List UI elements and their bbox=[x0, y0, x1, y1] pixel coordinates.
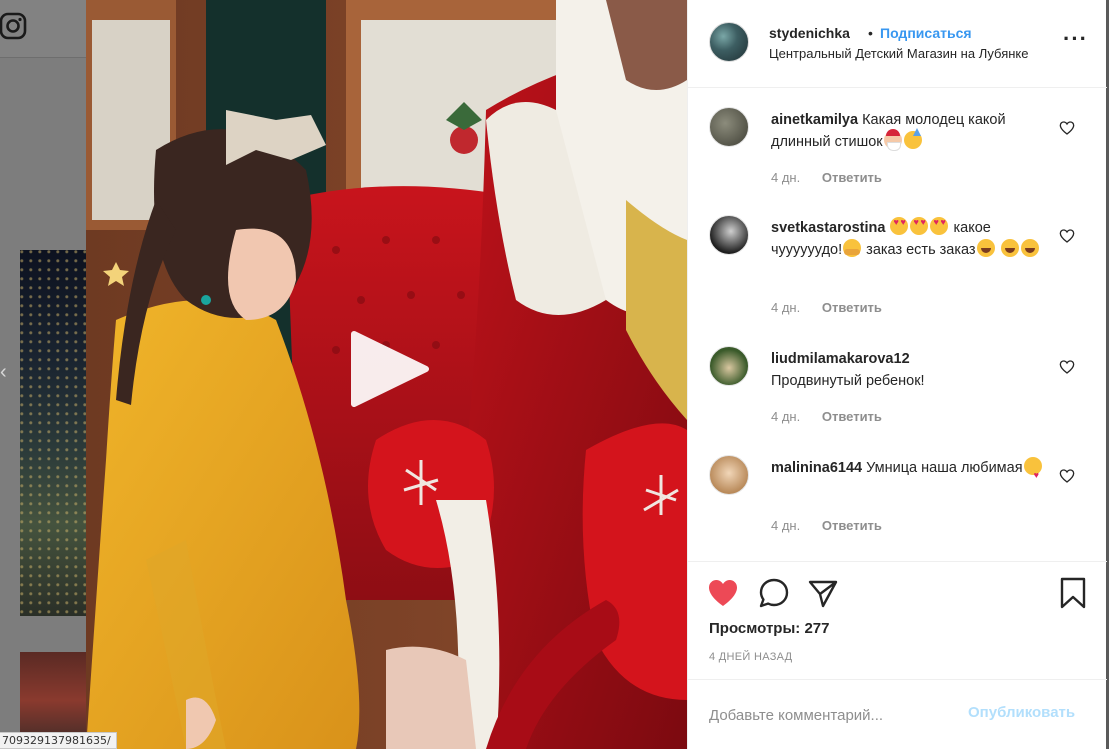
commenter-avatar[interactable] bbox=[709, 455, 749, 495]
comment-time: 4 дн. bbox=[771, 170, 801, 185]
comment-text: svetkastarostina какое чуууууудо! заказ … bbox=[771, 217, 1049, 261]
play-icon[interactable] bbox=[348, 330, 432, 408]
comment-message: Продвинутый ребенок! bbox=[771, 373, 925, 389]
heart-filled-icon[interactable] bbox=[706, 576, 740, 610]
header-separator: • bbox=[868, 25, 873, 41]
comment-text: liudmilamakarova12 Продвинутый ребенок! bbox=[771, 348, 1049, 392]
views-count: 277 bbox=[804, 620, 830, 637]
author-username[interactable]: stydenichka bbox=[769, 25, 850, 41]
background-thumbnail bbox=[20, 250, 86, 616]
share-send-icon[interactable] bbox=[806, 576, 840, 610]
follow-button[interactable]: Подписаться bbox=[880, 25, 972, 41]
commenter-avatar[interactable] bbox=[709, 107, 749, 147]
previous-post-chevron-icon[interactable]: ‹ bbox=[0, 360, 10, 384]
comments-list[interactable]: ainetkamilya Какая молодец какой длинный… bbox=[688, 89, 1107, 561]
comment-text: malinina6144 Умница наша любимая bbox=[771, 457, 1049, 486]
heart-outline-icon[interactable] bbox=[1059, 120, 1075, 136]
commenter-username[interactable]: ainetkamilya bbox=[771, 112, 858, 128]
publish-button[interactable]: Опубликовать bbox=[968, 704, 1075, 721]
comment-meta: 4 дн. Ответить bbox=[771, 409, 882, 424]
heart-outline-icon[interactable] bbox=[1059, 228, 1075, 244]
commenter-avatar[interactable] bbox=[709, 346, 749, 386]
post-details-panel: stydenichka • Подписаться Центральный Де… bbox=[687, 0, 1107, 749]
laughing-emoji-icon bbox=[1020, 239, 1039, 257]
heart-eyes-emoji-icon bbox=[890, 217, 909, 235]
comment-time: 4 дн. bbox=[771, 300, 801, 315]
comment-meta: 4 дн. Ответить bbox=[771, 300, 882, 315]
comment-time: 4 дн. bbox=[771, 409, 801, 424]
comment-meta: 4 дн. Ответить bbox=[771, 170, 882, 185]
heart-outline-icon[interactable] bbox=[1059, 359, 1075, 375]
comment-meta: 4 дн. Ответить bbox=[771, 518, 882, 533]
commenter-username[interactable]: svetkastarostina bbox=[771, 220, 885, 236]
heart-eyes-emoji-icon bbox=[910, 217, 929, 235]
post-header: stydenichka • Подписаться Центральный Де… bbox=[688, 0, 1107, 88]
instagram-logo-icon[interactable] bbox=[0, 12, 28, 40]
reply-button[interactable]: Ответить bbox=[822, 170, 882, 185]
comment-input[interactable] bbox=[709, 704, 959, 726]
commenter-username[interactable]: liudmilamakarova12 bbox=[771, 351, 910, 367]
heart-outline-icon[interactable] bbox=[1059, 468, 1075, 484]
status-url-tooltip: 709329137981635/ bbox=[0, 732, 117, 749]
views-label: Просмотры: bbox=[709, 620, 801, 637]
bookmark-icon[interactable] bbox=[1056, 576, 1090, 610]
kissing-emoji-icon bbox=[1023, 457, 1042, 486]
reply-button[interactable]: Ответить bbox=[822, 300, 882, 315]
views-counter[interactable]: Просмотры: 277 bbox=[709, 620, 829, 637]
comment-message-part: заказ есть заказ bbox=[862, 242, 976, 258]
party-face-emoji-icon bbox=[903, 128, 922, 149]
commenter-avatar[interactable] bbox=[709, 215, 749, 255]
post-location[interactable]: Центральный Детский Магазин на Лубянке bbox=[769, 46, 1028, 61]
comment-time: 4 дн. bbox=[771, 518, 801, 533]
author-avatar[interactable] bbox=[709, 22, 749, 62]
more-horizontal-icon[interactable]: ··· bbox=[1063, 28, 1087, 54]
post-video[interactable] bbox=[86, 0, 687, 749]
laughing-emoji-icon bbox=[1000, 239, 1019, 257]
comment-message: Умница наша любимая bbox=[866, 460, 1023, 476]
post-date: 4 ДНЕЙ НАЗАД bbox=[709, 651, 793, 663]
comment-text: ainetkamilya Какая молодец какой длинный… bbox=[771, 109, 1049, 153]
post-actions: Просмотры: 277 4 ДНЕЙ НАЗАД bbox=[688, 561, 1107, 679]
commenter-username[interactable]: malinina6144 bbox=[771, 460, 862, 476]
laughing-emoji-icon bbox=[976, 239, 995, 257]
hugging-emoji-icon bbox=[843, 239, 862, 257]
comment-icon[interactable] bbox=[757, 576, 791, 610]
background-topbar bbox=[0, 0, 86, 58]
heart-eyes-emoji-icon bbox=[930, 217, 949, 235]
add-comment-bar: Опубликовать bbox=[688, 679, 1107, 749]
santa-emoji-icon bbox=[883, 129, 902, 151]
reply-button[interactable]: Ответить bbox=[822, 409, 882, 424]
reply-button[interactable]: Ответить bbox=[822, 518, 882, 533]
